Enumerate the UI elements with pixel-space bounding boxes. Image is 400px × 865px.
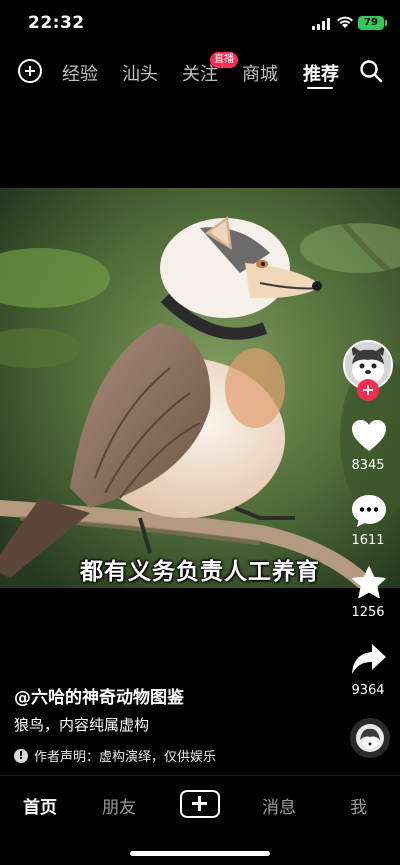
- video-description: 狼鸟，内容纯属虚构: [14, 716, 150, 734]
- active-tab-underline: [307, 87, 333, 89]
- tab-experience[interactable]: 经验: [62, 60, 98, 86]
- like-count: 8345: [351, 458, 385, 473]
- live-badge: 直播: [210, 52, 238, 68]
- author-notice: ! 作者声明：虚构演绎，仅供娱乐: [14, 746, 216, 765]
- wifi-icon: [337, 16, 353, 28]
- info-icon: !: [14, 748, 28, 763]
- add-icon[interactable]: [18, 59, 42, 83]
- heart-icon[interactable]: [351, 419, 387, 453]
- share-icon[interactable]: [351, 643, 387, 675]
- tab-recommend[interactable]: 推荐: [303, 60, 339, 86]
- notice-text: 作者声明：虚构演绎，仅供娱乐: [34, 750, 217, 765]
- tab-messages[interactable]: 消息: [262, 793, 296, 818]
- video-player[interactable]: [0, 188, 400, 588]
- tab-mall[interactable]: 商城: [242, 60, 278, 86]
- tab-friends[interactable]: 朋友: [102, 793, 136, 818]
- tab-local[interactable]: 汕头: [122, 60, 158, 86]
- follow-button[interactable]: [357, 379, 379, 401]
- share-count: 9364: [351, 683, 385, 698]
- home-indicator: [130, 851, 270, 856]
- music-disc-icon[interactable]: [350, 718, 390, 758]
- search-icon[interactable]: [359, 59, 383, 83]
- comment-icon[interactable]: [351, 494, 387, 528]
- top-nav: 经验 汕头 关注 直播 商城 推荐: [0, 52, 400, 92]
- video-frame-image: [0, 188, 400, 588]
- tab-me[interactable]: 我: [350, 793, 367, 818]
- favorite-count: 1256: [351, 605, 385, 620]
- star-icon[interactable]: [351, 566, 387, 600]
- status-time: 22:32: [28, 13, 85, 33]
- comment-count: 1611: [351, 533, 385, 548]
- create-button[interactable]: [180, 790, 220, 818]
- author-name[interactable]: @六哈的神奇动物图鉴: [14, 683, 184, 708]
- battery-indicator: 79: [358, 16, 387, 30]
- cellular-signal-icon: [312, 18, 330, 30]
- status-bar: 22:32 79: [0, 0, 400, 48]
- tab-home[interactable]: 首页: [23, 793, 57, 818]
- video-subtitle: 都有义务负责人工养育: [80, 559, 320, 585]
